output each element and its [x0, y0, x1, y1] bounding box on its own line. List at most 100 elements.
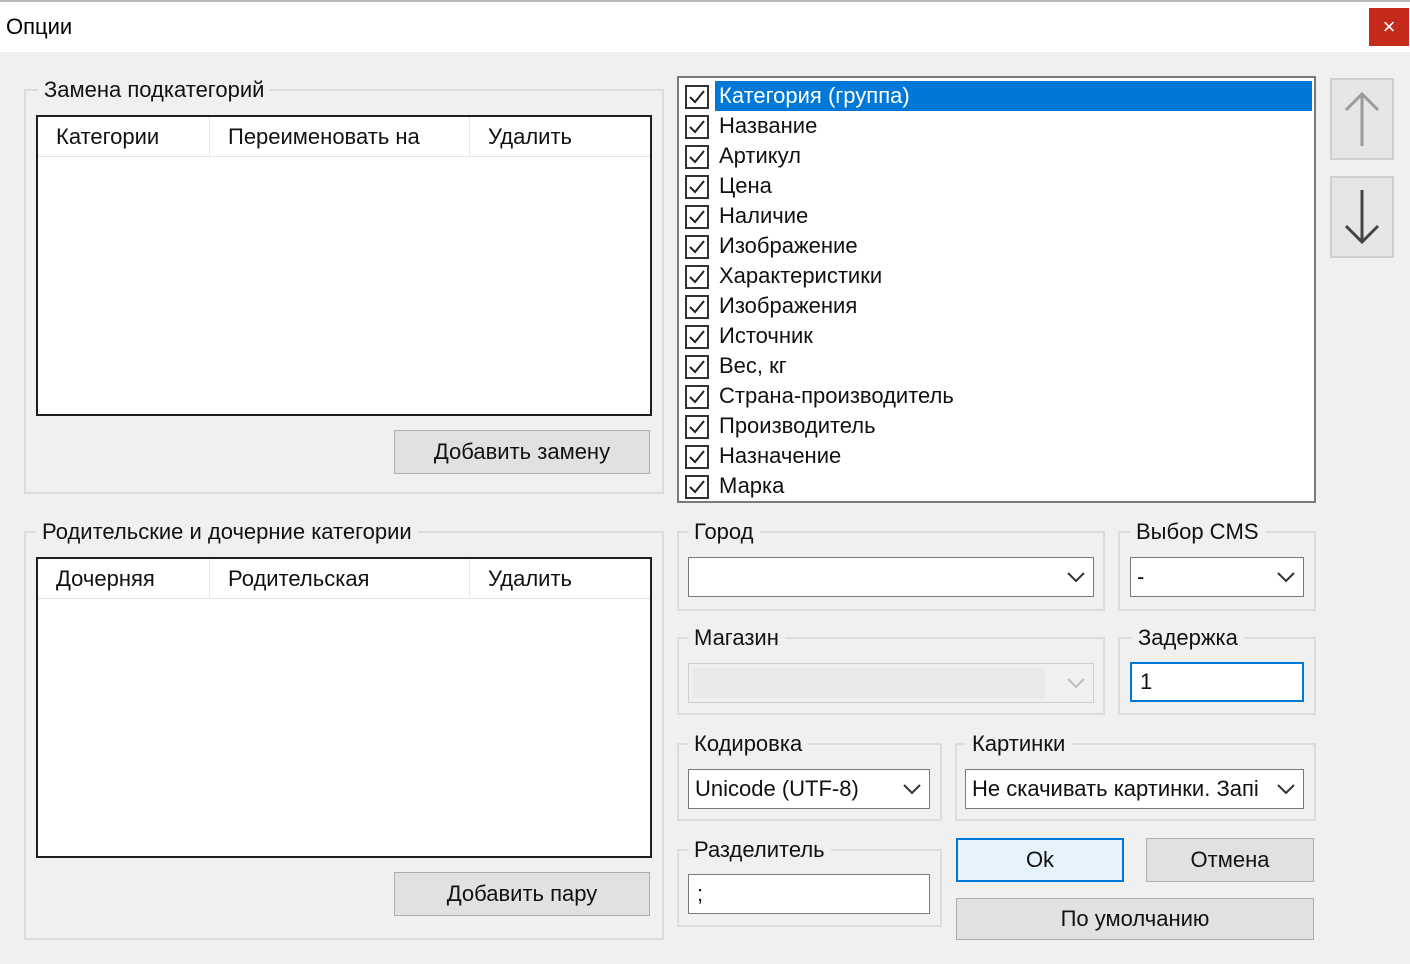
move-up-button[interactable]	[1330, 78, 1394, 160]
separator-input[interactable]: ;	[688, 874, 930, 914]
field-checkbox-item[interactable]: Назначение	[683, 441, 1312, 471]
field-label: Характеристики	[719, 263, 883, 288]
shop-select-field	[693, 668, 1045, 698]
checkbox[interactable]	[685, 325, 709, 349]
chevron-down-icon	[1277, 784, 1295, 795]
chevron-down-icon	[903, 784, 921, 795]
column-header[interactable]: Родительская	[210, 559, 470, 599]
add-replacement-button[interactable]: Добавить замену	[394, 430, 650, 474]
checkbox[interactable]	[685, 445, 709, 469]
shop-label: Магазин	[688, 625, 785, 651]
field-checkbox-item[interactable]: Страна-производитель	[683, 381, 1312, 411]
checkbox[interactable]	[685, 415, 709, 439]
images-select[interactable]: Не скачивать картинки. Запі	[965, 769, 1304, 809]
title-bar	[0, 0, 1410, 52]
encoding-select[interactable]: Unicode (UTF-8)	[688, 769, 930, 809]
field-checkbox-item[interactable]: Изображения	[683, 291, 1312, 321]
field-checkbox-item[interactable]: Источник	[683, 321, 1312, 351]
chevron-down-icon	[1277, 572, 1295, 583]
checkbox[interactable]	[685, 265, 709, 289]
checkmark-icon	[689, 90, 705, 104]
cancel-button[interactable]: Отмена	[1146, 838, 1314, 882]
column-header[interactable]: Удалить	[470, 117, 650, 157]
field-checkbox-item[interactable]: Наличие	[683, 201, 1312, 231]
checkbox[interactable]	[685, 295, 709, 319]
parent-list[interactable]: Дочерняя Родительская Удалить	[36, 557, 652, 858]
move-down-button[interactable]	[1330, 176, 1394, 258]
arrow-down-icon	[1344, 190, 1380, 245]
fields-checklist[interactable]: Категория (группа) Название Артикул Цена Нал…	[677, 76, 1316, 503]
replace-list-header: Категории Переименовать на Удалить	[38, 117, 650, 157]
field-label: Название	[719, 113, 818, 138]
checkbox[interactable]	[685, 115, 709, 139]
cms-label: Выбор CMS	[1130, 519, 1265, 545]
replace-list[interactable]: Категории Переименовать на Удалить	[36, 115, 652, 416]
field-checkbox-item[interactable]: Марка	[683, 471, 1312, 501]
checkbox[interactable]	[685, 355, 709, 379]
field-label: Артикул	[719, 143, 802, 168]
add-pair-button[interactable]: Добавить пару	[394, 872, 650, 916]
encoding-label: Кодировка	[688, 731, 809, 757]
field-checkbox-item[interactable]: Изображение	[683, 231, 1312, 261]
field-label: Вес, кг	[719, 353, 787, 378]
arrow-up-icon	[1344, 91, 1380, 146]
field-checkbox-item[interactable]: Производитель	[683, 411, 1312, 441]
checkbox[interactable]	[685, 235, 709, 259]
city-label: Город	[688, 519, 760, 545]
checkmark-icon	[689, 180, 705, 194]
cms-value: -	[1137, 564, 1145, 589]
field-label: Изображения	[719, 293, 858, 318]
checkmark-icon	[689, 210, 705, 224]
images-label: Картинки	[966, 731, 1072, 757]
column-header[interactable]: Переименовать на	[210, 117, 470, 157]
field-checkbox-item[interactable]: Категория (группа)	[683, 81, 1312, 111]
checkmark-icon	[689, 420, 705, 434]
field-checkbox-item[interactable]: Характеристики	[683, 261, 1312, 291]
field-checkbox-item[interactable]: Цена	[683, 171, 1312, 201]
column-header[interactable]: Категории	[38, 117, 210, 157]
field-label: Категория (группа)	[715, 81, 1312, 111]
checkbox[interactable]	[685, 475, 709, 499]
field-label: Марка	[719, 473, 785, 498]
cms-select[interactable]: -	[1130, 557, 1304, 597]
checkbox[interactable]	[685, 175, 709, 199]
images-value: Не скачивать картинки. Запі	[972, 776, 1259, 801]
chevron-down-icon	[1067, 678, 1085, 689]
field-checkbox-item[interactable]: Название	[683, 111, 1312, 141]
parent-list-header: Дочерняя Родительская Удалить	[38, 559, 650, 599]
field-label: Источник	[719, 323, 813, 348]
delay-input[interactable]: 1	[1130, 662, 1304, 702]
field-checkbox-item[interactable]: Вес, кг	[683, 351, 1312, 381]
checkmark-icon	[689, 240, 705, 254]
column-header[interactable]: Удалить	[470, 559, 650, 599]
close-button[interactable]: ×	[1369, 8, 1409, 46]
field-checkbox-item[interactable]: Артикул	[683, 141, 1312, 171]
field-label: Назначение	[719, 443, 842, 468]
field-label: Изображение	[719, 233, 858, 258]
ok-button[interactable]: Ok	[956, 838, 1124, 882]
defaults-button[interactable]: По умолчанию	[956, 898, 1314, 940]
city-select[interactable]	[688, 557, 1094, 597]
checkmark-icon	[689, 330, 705, 344]
chevron-down-icon	[1067, 572, 1085, 583]
checkmark-icon	[689, 450, 705, 464]
window-title: Опции	[6, 14, 73, 39]
column-header[interactable]: Дочерняя	[38, 559, 210, 599]
checkmark-icon	[689, 360, 705, 374]
field-label: Страна-производитель	[719, 383, 954, 408]
checkmark-icon	[689, 270, 705, 284]
checkbox[interactable]	[685, 205, 709, 229]
parent-group-title: Родительские и дочерние категории	[36, 519, 418, 545]
checkmark-icon	[689, 300, 705, 314]
encoding-value: Unicode (UTF-8)	[695, 776, 859, 801]
checkbox[interactable]	[685, 145, 709, 169]
replace-group-title: Замена подкатегорий	[38, 77, 271, 103]
checkmark-icon	[689, 480, 705, 494]
separator-label: Разделитель	[688, 837, 831, 863]
checkbox[interactable]	[685, 85, 709, 109]
checkmark-icon	[689, 390, 705, 404]
checkbox[interactable]	[685, 385, 709, 409]
checkmark-icon	[689, 120, 705, 134]
shop-select[interactable]	[688, 663, 1094, 703]
field-label: Цена	[719, 173, 772, 198]
